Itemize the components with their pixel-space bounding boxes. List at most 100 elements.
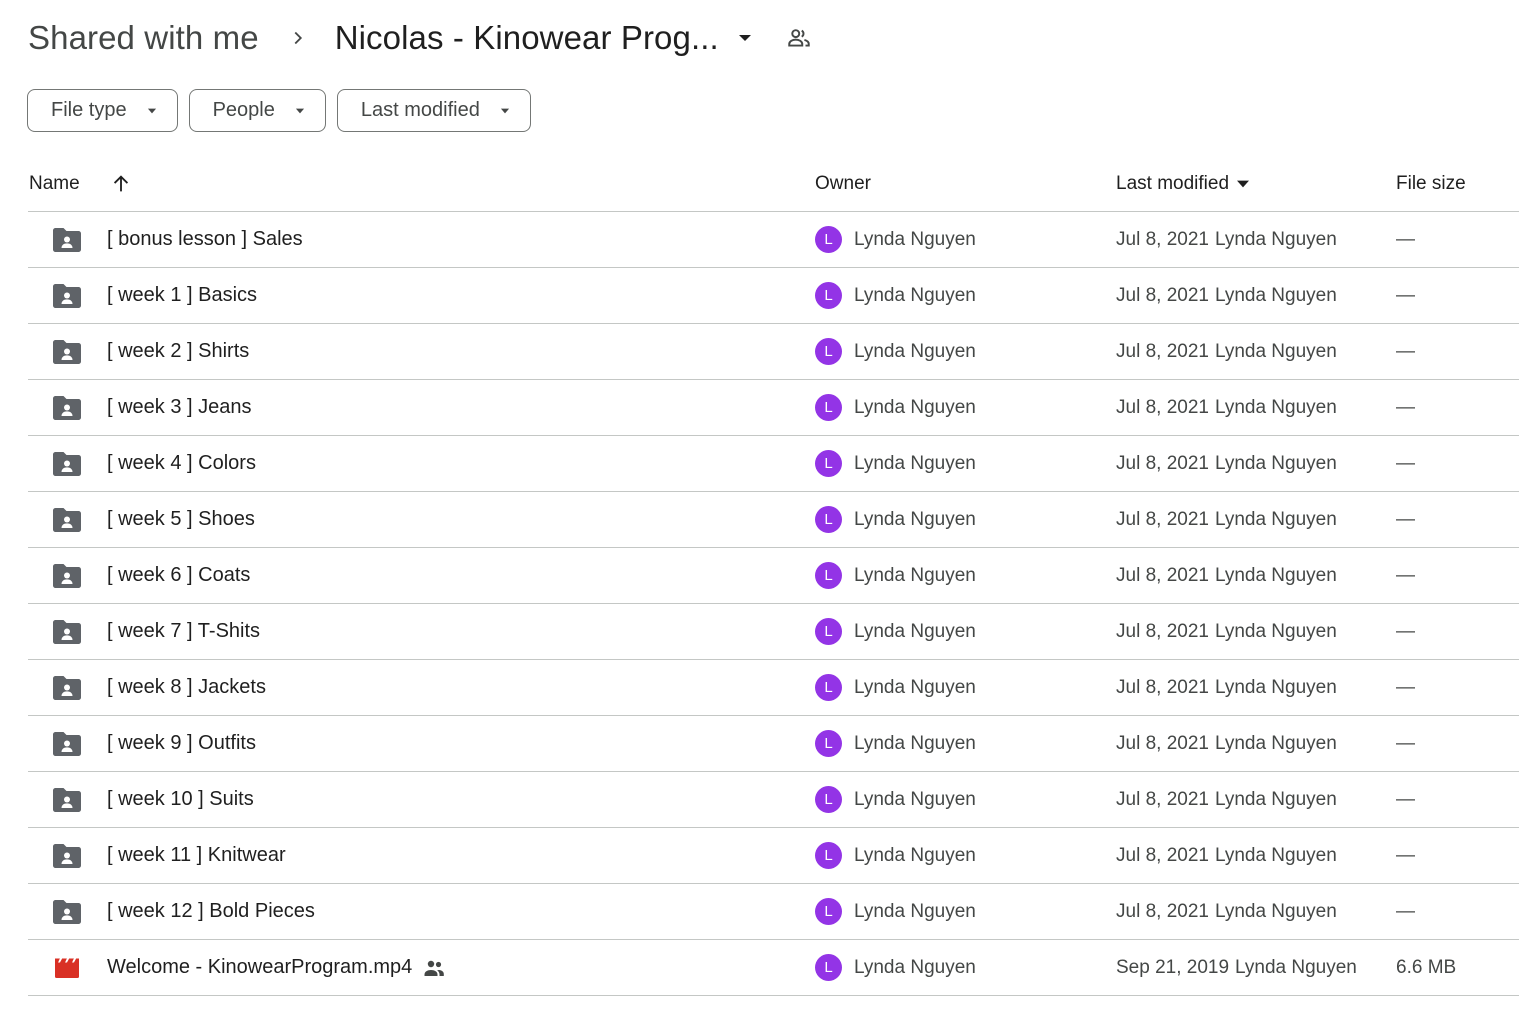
shared-folder-icon: [52, 716, 82, 771]
filter-label: People: [212, 99, 275, 121]
file-name-cell: Welcome - KinowearProgram.mp4: [107, 940, 446, 995]
shared-folder-icon: [52, 604, 82, 659]
table-row[interactable]: [ week 6 ] Coats L Lynda Nguyen Jul 8, 2021…: [28, 548, 1519, 604]
file-size: —: [1396, 844, 1415, 866]
last-modified-cell: Sep 21, 2019 Lynda Nguyen: [1116, 940, 1357, 995]
avatar: L: [815, 842, 842, 869]
column-header-label: File size: [1396, 172, 1466, 194]
file-size: —: [1396, 620, 1415, 642]
people-outline-icon[interactable]: [785, 24, 813, 52]
file-name-cell: [ week 5 ] Shoes: [107, 492, 255, 547]
file-size: —: [1396, 676, 1415, 698]
modified-by: Lynda Nguyen: [1214, 564, 1337, 586]
modified-by: Lynda Nguyen: [1214, 900, 1337, 922]
table-row[interactable]: [ week 2 ] Shirts L Lynda Nguyen Jul 8, 202…: [28, 324, 1519, 380]
modified-by: Lynda Nguyen: [1214, 844, 1337, 866]
column-header-name[interactable]: Name: [29, 173, 132, 195]
modified-date: Jul 8, 2021: [1116, 452, 1209, 474]
file-size-cell: —: [1396, 884, 1415, 939]
breadcrumb-current-folder[interactable]: Nicolas - Kinowear Prog...: [335, 19, 757, 57]
modified-date: Jul 8, 2021: [1116, 900, 1209, 922]
owner-cell: L Lynda Nguyen: [815, 884, 976, 939]
owner-name: Lynda Nguyen: [854, 956, 976, 978]
file-size-cell: —: [1396, 436, 1415, 491]
owner-cell: L Lynda Nguyen: [815, 268, 976, 323]
owner-cell: L Lynda Nguyen: [815, 548, 976, 603]
filter-people[interactable]: People: [188, 89, 326, 132]
last-modified-cell: Jul 8, 2021 Lynda Nguyen: [1116, 548, 1337, 603]
owner-name: Lynda Nguyen: [854, 788, 976, 810]
owner-name: Lynda Nguyen: [854, 676, 976, 698]
file-size-cell: 6.6 MB: [1396, 940, 1456, 995]
shared-people-icon: [422, 956, 446, 980]
file-size-cell: —: [1396, 380, 1415, 435]
modified-by: Lynda Nguyen: [1214, 676, 1337, 698]
last-modified-cell: Jul 8, 2021 Lynda Nguyen: [1116, 492, 1337, 547]
avatar: L: [815, 954, 842, 981]
owner-cell: L Lynda Nguyen: [815, 604, 976, 659]
table-row[interactable]: [ week 5 ] Shoes L Lynda Nguyen Jul 8, 2021…: [28, 492, 1519, 548]
file-size: —: [1396, 396, 1415, 418]
last-modified-cell: Jul 8, 2021 Lynda Nguyen: [1116, 604, 1337, 659]
owner-name: Lynda Nguyen: [854, 900, 976, 922]
file-size: —: [1396, 732, 1415, 754]
modified-date: Jul 8, 2021: [1116, 844, 1209, 866]
modified-date: Jul 8, 2021: [1116, 284, 1209, 306]
owner-name: Lynda Nguyen: [854, 452, 976, 474]
avatar: L: [815, 394, 842, 421]
last-modified-cell: Jul 8, 2021 Lynda Nguyen: [1116, 828, 1337, 883]
owner-name: Lynda Nguyen: [854, 340, 976, 362]
filter-last-modified[interactable]: Last modified: [336, 89, 531, 132]
file-name-cell: [ week 2 ] Shirts: [107, 324, 249, 379]
owner-cell: L Lynda Nguyen: [815, 380, 976, 435]
last-modified-cell: Jul 8, 2021 Lynda Nguyen: [1116, 380, 1337, 435]
file-name: [ week 11 ] Knitwear: [107, 844, 286, 866]
file-name-cell: [ week 6 ] Coats: [107, 548, 250, 603]
file-name: [ week 5 ] Shoes: [107, 508, 255, 530]
arrow-drop-down-icon: [293, 104, 307, 118]
last-modified-cell: Jul 8, 2021 Lynda Nguyen: [1116, 268, 1337, 323]
column-header-label: Name: [29, 172, 80, 194]
file-size-cell: —: [1396, 324, 1415, 379]
modified-date: Jul 8, 2021: [1116, 564, 1209, 586]
arrow-drop-down-icon: [1235, 176, 1251, 192]
owner-name: Lynda Nguyen: [854, 228, 976, 250]
chevron-right-icon: [287, 27, 309, 49]
file-name: [ week 6 ] Coats: [107, 564, 251, 586]
shared-folder-icon: [52, 660, 82, 715]
table-row[interactable]: Welcome - KinowearProgram.mp4 L Lynda Nguy…: [28, 940, 1519, 996]
file-name: Welcome - KinowearProgram.mp4: [107, 956, 413, 978]
file-size: —: [1396, 900, 1415, 922]
file-name-cell: [ week 8 ] Jackets: [107, 660, 266, 715]
column-header-last-modified[interactable]: Last modified: [1116, 173, 1251, 195]
modified-by: Lynda Nguyen: [1214, 284, 1337, 306]
table-row[interactable]: [ week 4 ] Colors L Lynda Nguyen Jul 8, 202…: [28, 436, 1519, 492]
file-size-cell: —: [1396, 716, 1415, 771]
table-row[interactable]: [ week 7 ] T-Shits L Lynda Nguyen Jul 8, 20…: [28, 604, 1519, 660]
file-size: —: [1396, 564, 1415, 586]
modified-date: Jul 8, 2021: [1116, 508, 1209, 530]
table-row[interactable]: [ week 11 ] Knitwear L Lynda Nguyen Jul 8, …: [28, 828, 1519, 884]
avatar: L: [815, 338, 842, 365]
table-row[interactable]: [ week 1 ] Basics L Lynda Nguyen Jul 8, 202…: [28, 268, 1519, 324]
last-modified-cell: Jul 8, 2021 Lynda Nguyen: [1116, 436, 1337, 491]
arrow-upward-icon[interactable]: [110, 173, 132, 195]
owner-cell: L Lynda Nguyen: [815, 492, 976, 547]
file-list: Name Owner Last modified File size [ bon…: [28, 156, 1519, 996]
modified-by: Lynda Nguyen: [1214, 340, 1337, 362]
shared-folder-icon: [52, 324, 82, 379]
table-row[interactable]: [ week 10 ] Suits L Lynda Nguyen Jul 8, 202…: [28, 772, 1519, 828]
breadcrumb-shared-with-me[interactable]: Shared with me: [28, 19, 259, 57]
table-row[interactable]: [ week 9 ] Outfits L Lynda Nguyen Jul 8, 20…: [28, 716, 1519, 772]
owner-name: Lynda Nguyen: [854, 284, 976, 306]
file-name: [ week 3 ] Jeans: [107, 396, 252, 418]
table-row[interactable]: [ week 8 ] Jackets L Lynda Nguyen Jul 8, 20…: [28, 660, 1519, 716]
table-row[interactable]: [ week 3 ] Jeans L Lynda Nguyen Jul 8, 2021…: [28, 380, 1519, 436]
table-row[interactable]: [ bonus lesson ] Sales L Lynda Nguyen Jul 8…: [28, 212, 1519, 268]
file-size-cell: —: [1396, 548, 1415, 603]
file-name: [ week 2 ] Shirts: [107, 340, 250, 362]
filter-file-type[interactable]: File type: [27, 89, 178, 132]
file-name: [ week 9 ] Outfits: [107, 732, 256, 754]
table-row[interactable]: [ week 12 ] Bold Pieces L Lynda Nguyen Jul …: [28, 884, 1519, 940]
file-name-cell: [ week 3 ] Jeans: [107, 380, 252, 435]
